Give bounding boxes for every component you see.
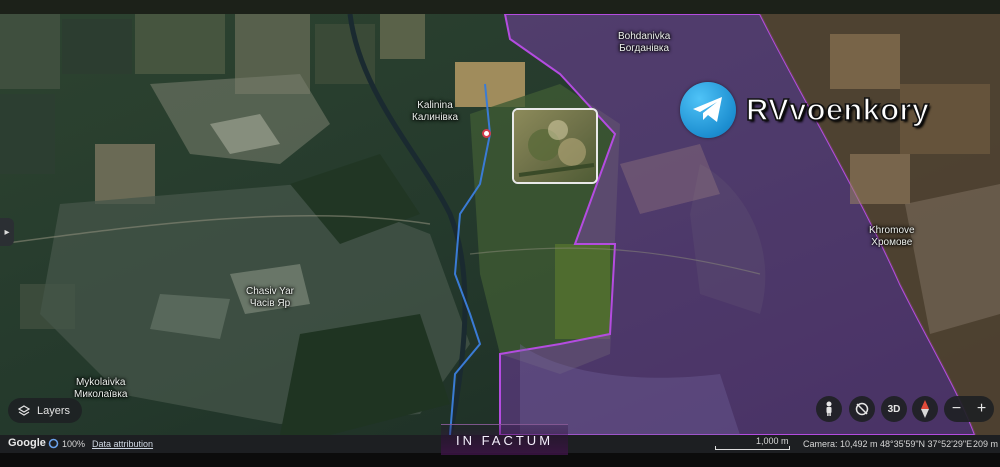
coordinates-readout: 48°35'59"N 37°52'29"E xyxy=(880,439,973,449)
satellite-map[interactable]: Kalinina Калинівка Bohdanivka Богданівка… xyxy=(0,14,1000,435)
map-imagery xyxy=(0,14,1000,435)
zoom-in-button[interactable]: + xyxy=(977,400,986,418)
pegman-icon xyxy=(826,401,832,416)
data-attribution-link[interactable]: Data attribution xyxy=(92,439,153,449)
bottom-border xyxy=(0,453,1000,467)
zoom-percent: 100% xyxy=(62,439,86,449)
3d-view-button[interactable]: 3D xyxy=(881,396,907,422)
compass-button[interactable] xyxy=(912,396,938,422)
place-label-mykolaivka: Mykolaivka Миколаївка xyxy=(74,377,128,400)
pegman-button[interactable] xyxy=(816,396,842,422)
compass-icon xyxy=(921,400,929,418)
layers-label: Layers xyxy=(37,404,71,417)
google-logo: Google xyxy=(8,437,46,449)
telegram-watermark: RVvoenkory xyxy=(680,82,930,138)
elevation-readout: 209 m xyxy=(973,439,999,449)
chevron-right-icon[interactable]: ▸ xyxy=(0,218,14,246)
layers-button[interactable]: Layers xyxy=(8,398,83,423)
place-label-kalinina: Kalinina Калинівка xyxy=(412,100,459,123)
rotate-icon xyxy=(855,402,869,416)
camera-altitude: Camera: 10,492 m xyxy=(803,439,878,449)
zoom-out-button[interactable]: − xyxy=(952,400,961,418)
scale-label: 1,000 m xyxy=(756,436,789,446)
scale-bar xyxy=(715,446,790,450)
producer-watermark: IN FACTUM xyxy=(441,424,568,455)
place-label-chasiv-yar: Chasiv Yar Часів Яр xyxy=(246,286,294,309)
zoom-controls: − + xyxy=(944,396,994,422)
telegram-icon xyxy=(680,82,736,138)
top-strip xyxy=(0,0,1000,14)
place-label-bohdanivka: Bohdanivka Богданівка xyxy=(618,31,671,54)
place-label-khromove: Khromove Хромове xyxy=(869,225,915,248)
inset-photo-thumbnail[interactable] xyxy=(512,108,598,184)
zoom-ring-icon xyxy=(48,438,59,451)
inset-photo-image xyxy=(514,110,596,182)
rotate-button[interactable] xyxy=(849,396,875,422)
channel-name: RVvoenkory xyxy=(745,91,930,128)
3d-label: 3D xyxy=(887,403,901,415)
location-pin-icon[interactable] xyxy=(482,129,491,138)
layers-icon xyxy=(18,404,30,416)
